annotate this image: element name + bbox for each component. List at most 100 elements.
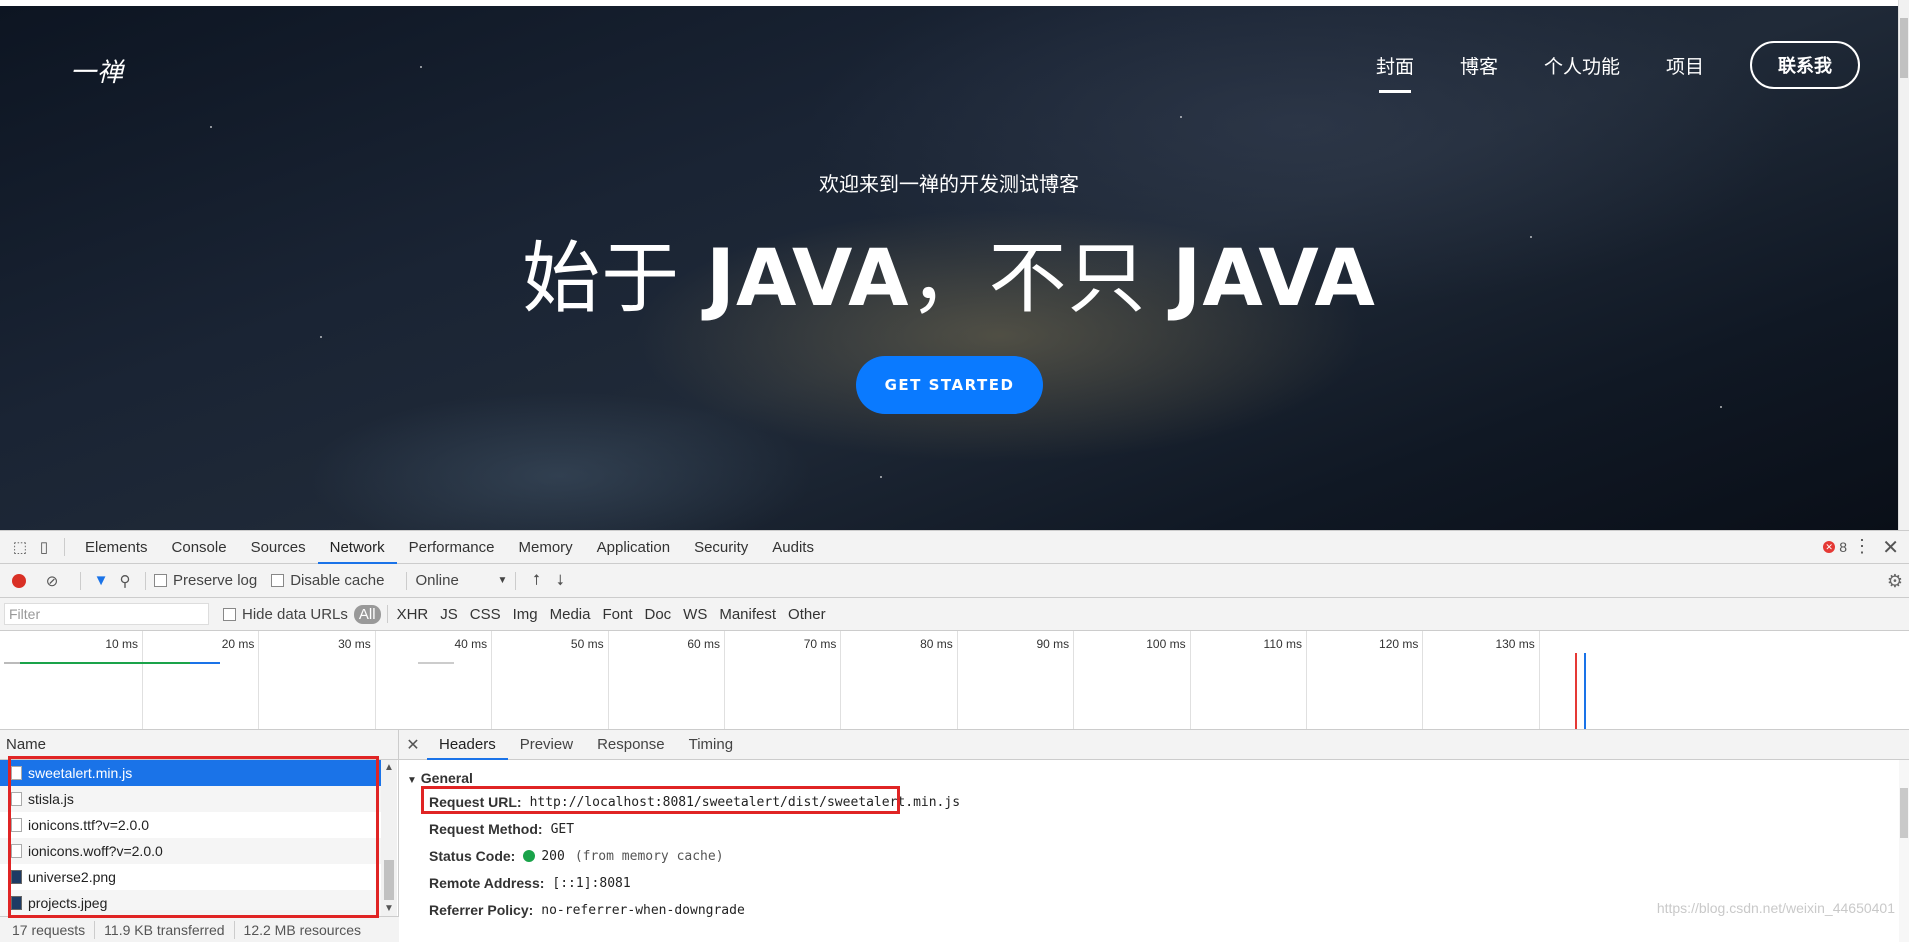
request-row[interactable]: projects.jpeg (0, 890, 381, 916)
tab-timing[interactable]: Timing (677, 730, 745, 760)
file-icon (11, 766, 22, 780)
request-url-row: Request URL: http://localhost:8081/sweet… (429, 794, 960, 810)
resources-size: 12.2 MB resources (243, 922, 362, 938)
devtools-panel: ⬚ ▯ Elements Console Sources Network Per… (0, 530, 1909, 942)
scrollbar-thumb[interactable] (384, 860, 394, 900)
request-row[interactable]: stisla.js (0, 786, 381, 812)
more-options-icon[interactable]: ⋮ (1853, 536, 1871, 557)
record-button[interactable] (12, 573, 26, 588)
divider (233, 921, 235, 939)
type-filter-xhr[interactable]: XHR (392, 606, 434, 623)
close-devtools-icon[interactable]: ✕ (1882, 535, 1899, 560)
type-filter-doc[interactable]: Doc (639, 606, 676, 623)
request-list-scrollbar[interactable]: ▲ ▼ (381, 760, 397, 916)
timeline-gridline (607, 631, 609, 729)
device-toolbar-icon[interactable]: ▯ (32, 535, 56, 559)
type-filter-img[interactable]: Img (508, 606, 543, 623)
tab-security[interactable]: Security (682, 531, 760, 564)
throttling-select[interactable]: Online ▼ (415, 572, 507, 589)
timeline-tick-label: 100 ms (1146, 637, 1186, 651)
filter-icon[interactable]: ▼ (89, 569, 113, 593)
tab-console[interactable]: Console (160, 531, 239, 564)
remote-address-row: Remote Address: [::1]:8081 (429, 875, 631, 891)
timeline-tick-label: 50 ms (570, 637, 604, 651)
type-filter-media[interactable]: Media (545, 606, 596, 623)
timeline-tick-label: 60 ms (687, 637, 720, 651)
preserve-log-label: Preserve log (173, 572, 258, 589)
page-scrollbar-thumb[interactable] (1900, 18, 1908, 78)
inspect-element-icon[interactable]: ⬚ (8, 535, 32, 559)
type-filter-font[interactable]: Font (597, 606, 637, 623)
request-row[interactable]: ionicons.ttf?v=2.0.0 (0, 812, 381, 838)
type-filter-all[interactable]: All (353, 604, 381, 624)
tab-application[interactable]: Application (585, 531, 682, 564)
network-toolbar: ⊘ ▼ ⚲ Preserve log Disable cache Online … (0, 564, 1909, 598)
type-filter-ws[interactable]: WS (678, 606, 712, 623)
type-filter-css[interactable]: CSS (465, 606, 506, 623)
settings-gear-icon[interactable]: ⚙ (1887, 571, 1903, 592)
tab-network[interactable]: Network (317, 531, 397, 564)
page-scrollbar[interactable] (1898, 0, 1909, 530)
tab-audits[interactable]: Audits (760, 531, 826, 564)
error-counter[interactable]: ✕ 8 (1823, 539, 1847, 555)
close-details-icon[interactable]: ✕ (399, 735, 427, 755)
nav-item-cover[interactable]: 封面 (1376, 52, 1414, 93)
divider (145, 571, 146, 590)
request-row[interactable]: ionicons.woff?v=2.0.0 (0, 838, 381, 864)
scrollbar-thumb[interactable] (1900, 788, 1908, 838)
get-started-button[interactable]: GET STARTED (856, 356, 1043, 414)
tab-memory[interactable]: Memory (507, 531, 585, 564)
transferred-size: 11.9 KB transferred (104, 922, 225, 938)
search-icon[interactable]: ⚲ (113, 569, 137, 593)
load-event-line (1575, 653, 1577, 729)
chevron-down-icon: ▼ (497, 575, 508, 586)
timeline-gridline (724, 631, 725, 729)
star (320, 336, 322, 338)
request-url-label: Request URL: (429, 794, 522, 810)
export-har-icon[interactable]: ⭣ (548, 569, 572, 593)
tab-performance[interactable]: Performance (397, 531, 507, 564)
nav-item-projects[interactable]: 项目 (1666, 52, 1704, 79)
timeline-tick-label: 110 ms (1263, 637, 1302, 651)
details-scrollbar[interactable] (1899, 760, 1909, 942)
request-name: ionicons.ttf?v=2.0.0 (28, 817, 150, 833)
error-count: 8 (1839, 539, 1847, 555)
filter-input[interactable]: Filter (4, 603, 209, 625)
divider (64, 538, 65, 556)
preserve-log-checkbox[interactable] (154, 574, 167, 587)
tab-response[interactable]: Response (585, 730, 677, 760)
column-header-name[interactable]: Name (0, 730, 398, 760)
request-url-value: http://localhost:8081/sweetalert/dist/sw… (529, 794, 961, 810)
hero-subtitle: 欢迎来到一禅的开发测试博客 (819, 172, 1079, 196)
request-row[interactable]: sweetalert.min.js (0, 760, 381, 786)
contact-button[interactable]: 联系我 (1750, 41, 1860, 89)
main-nav: 封面 博客 个人功能 项目 联系我 (1376, 40, 1898, 93)
type-filter-other[interactable]: Other (783, 606, 831, 623)
timeline-bar-queue (4, 662, 20, 664)
import-har-icon[interactable]: ⭡ (524, 569, 548, 593)
hero-title-java1: JAVA (705, 234, 910, 324)
tab-sources[interactable]: Sources (239, 531, 318, 564)
general-section-header[interactable]: ▼ General (407, 770, 473, 786)
timeline-overview[interactable]: 10 ms 20 ms 30 ms 40 ms 50 ms 60 ms 70 ms 80 ms… (0, 631, 1909, 730)
nav-item-personal[interactable]: 个人功能 (1544, 52, 1620, 79)
request-count: 17 requests (12, 922, 86, 938)
scroll-down-icon[interactable]: ▼ (384, 903, 394, 914)
status-code-label: Status Code: (429, 848, 516, 864)
clear-icon[interactable]: ⊘ (40, 569, 64, 593)
request-list: sweetalert.min.js stisla.js ionicons.ttf?v… (0, 760, 381, 916)
tab-preview[interactable]: Preview (508, 730, 585, 760)
timeline-gridline (956, 631, 958, 729)
tab-elements[interactable]: Elements (73, 531, 160, 564)
tab-headers[interactable]: Headers (427, 730, 508, 760)
type-filter-js[interactable]: JS (435, 606, 463, 623)
scroll-up-icon[interactable]: ▲ (384, 762, 394, 773)
hide-data-urls-checkbox[interactable] (223, 607, 236, 621)
site-logo[interactable]: 一禅 (70, 52, 124, 89)
request-row[interactable]: universe2.png (0, 864, 381, 890)
disable-cache-checkbox[interactable] (271, 574, 285, 587)
type-filter-manifest[interactable]: Manifest (714, 606, 781, 623)
timeline-gridline (258, 631, 260, 729)
nav-item-blog[interactable]: 博客 (1460, 52, 1498, 79)
hero-title-part1: 始于 (522, 234, 706, 324)
